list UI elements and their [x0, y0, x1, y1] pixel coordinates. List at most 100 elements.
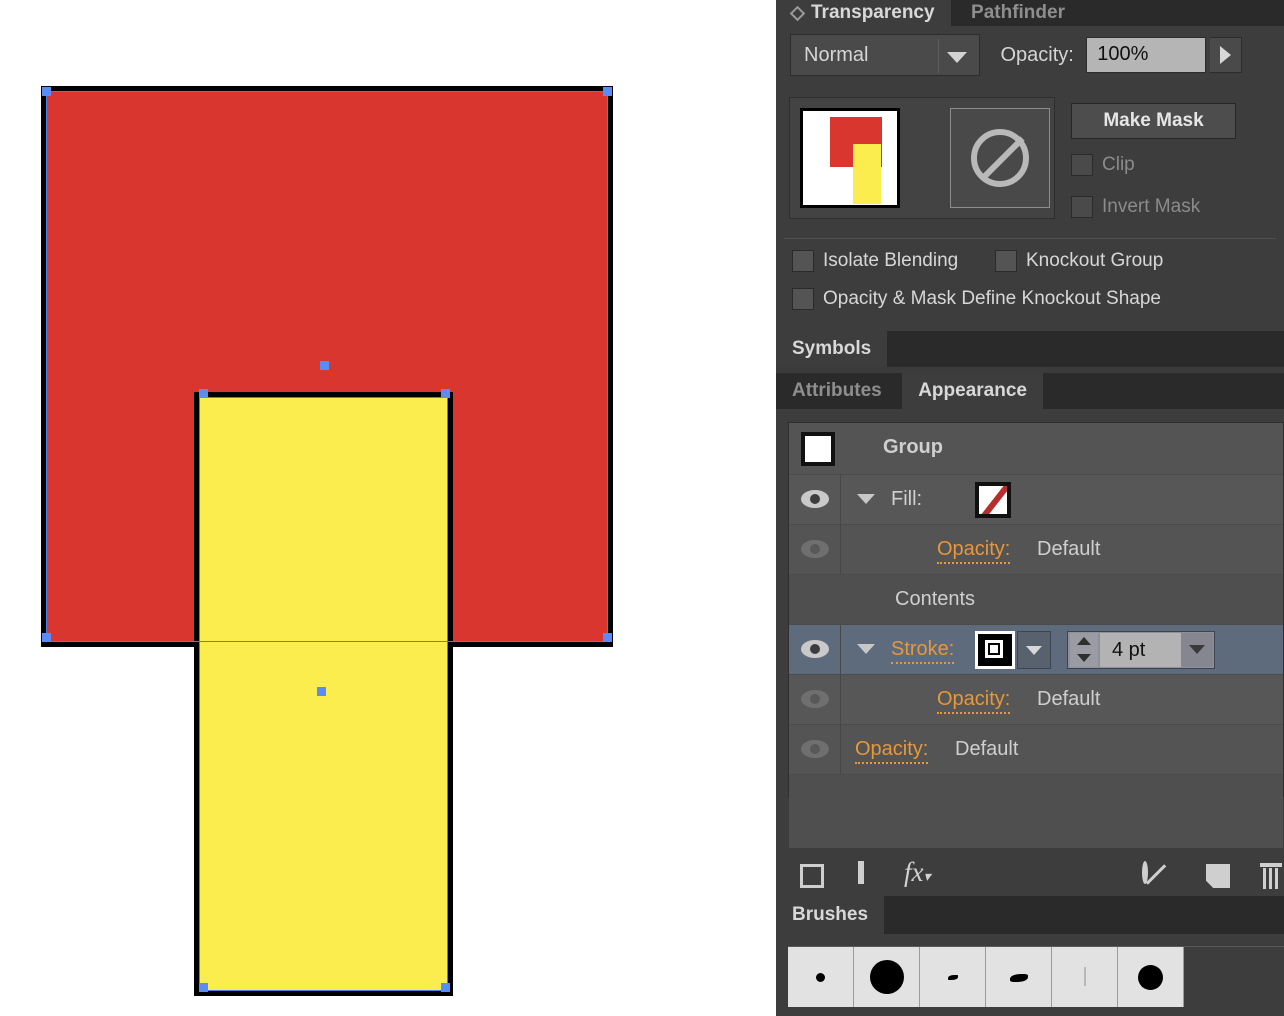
brush-item[interactable] [920, 947, 986, 1007]
appearance-row-contents[interactable]: Contents [789, 575, 1283, 625]
clip-checkbox[interactable] [1071, 154, 1093, 176]
fill-color-swatch[interactable] [975, 482, 1011, 518]
panel-menu-diamond-icon[interactable] [789, 5, 806, 22]
appearance-row-fill[interactable]: Fill: [789, 475, 1283, 525]
artwork-thumbnail[interactable] [800, 108, 900, 208]
stroke-weight-stepper[interactable] [1070, 633, 1098, 667]
knockout-group-checkbox[interactable] [995, 250, 1017, 272]
anchor-handle[interactable] [42, 87, 51, 96]
appearance-row-group-opacity[interactable]: Opacity: Default [789, 725, 1283, 775]
eye-hidden-icon[interactable] [801, 540, 829, 558]
brush-item[interactable] [854, 947, 920, 1007]
center-point[interactable] [320, 361, 329, 370]
anchor-handle[interactable] [199, 983, 208, 992]
group-target-icon[interactable] [801, 432, 835, 466]
illustrator-window: Transparency Pathfinder Normal Opacity: … [0, 0, 1284, 1016]
oval-tapered-brush-icon [1010, 974, 1028, 982]
stroke-color-swatch[interactable] [975, 631, 1015, 669]
stroke-opacity-key[interactable]: Opacity: [937, 688, 1011, 714]
appearance-row-fill-opacity[interactable]: Opacity: Default [789, 525, 1283, 575]
chevron-down-icon[interactable] [947, 52, 967, 63]
tab-brushes-label: Brushes [792, 904, 869, 925]
opacity-input[interactable]: 100% [1086, 37, 1207, 73]
tiny-tapered-brush-icon [948, 975, 958, 980]
center-point[interactable] [317, 687, 326, 696]
clip-checkbox-row[interactable]: Clip [1071, 154, 1135, 176]
isolate-blending-checkbox[interactable] [792, 250, 814, 272]
fill-opacity-key[interactable]: Opacity: [937, 538, 1011, 564]
mask-thumbnails-group [789, 97, 1055, 219]
tab-transparency[interactable]: Transparency [776, 0, 951, 26]
stepper-up-icon [1077, 637, 1091, 645]
eye-hidden-icon[interactable] [801, 690, 829, 708]
add-new-effect-icon[interactable]: fx▾ [904, 859, 931, 891]
opacity-mask-knockout-row[interactable]: Opacity & Mask Define Knockout Shape [792, 288, 1161, 310]
anchor-handle[interactable] [441, 389, 450, 398]
appearance-list-empty-area[interactable] [789, 775, 1283, 848]
eye-visible-icon[interactable] [801, 640, 829, 658]
anchor-handle[interactable] [199, 389, 208, 398]
isolate-blending-row[interactable]: Isolate Blending [792, 250, 958, 272]
anchor-handle[interactable] [603, 633, 612, 642]
triangle-right-icon [1219, 46, 1231, 64]
group-label: Group [883, 436, 943, 458]
blend-mode-select[interactable]: Normal [790, 34, 980, 76]
fill-opacity-value: Default [1037, 538, 1101, 560]
stroke-weight-field[interactable]: 4 pt [1067, 631, 1215, 669]
anchor-handle[interactable] [441, 983, 450, 992]
tab-brushes[interactable]: Brushes [776, 896, 885, 934]
brush-item[interactable] [1052, 947, 1118, 1007]
add-new-stroke-icon[interactable] [800, 864, 824, 888]
appearance-list[interactable]: Group Fill: Opacity: Default Contents St… [788, 422, 1284, 848]
stroke-weight-value[interactable]: 4 pt [1100, 633, 1182, 667]
panel-divider [784, 238, 1276, 239]
tab-attributes-label: Attributes [792, 380, 882, 401]
add-new-fill-icon[interactable] [858, 861, 864, 884]
invert-mask-checkbox-row[interactable]: Invert Mask [1071, 196, 1200, 218]
contents-label: Contents [895, 588, 976, 610]
visibility-column[interactable] [789, 625, 841, 674]
disclosure-triangle-icon[interactable] [857, 644, 875, 654]
eye-visible-icon[interactable] [801, 490, 829, 508]
mask-thumbnail[interactable] [950, 108, 1050, 208]
visibility-column[interactable] [789, 725, 841, 774]
no-mask-icon [971, 129, 1029, 187]
anchor-handle[interactable] [42, 633, 51, 642]
tab-symbols[interactable]: Symbols [776, 331, 888, 367]
blend-mode-value: Normal [804, 44, 869, 66]
invert-mask-checkbox[interactable] [1071, 196, 1093, 218]
brush-item[interactable] [1118, 947, 1184, 1007]
tab-appearance[interactable]: Appearance [902, 373, 1043, 409]
anchor-handle[interactable] [603, 87, 612, 96]
brush-item[interactable] [986, 947, 1052, 1007]
visibility-column[interactable] [789, 475, 841, 524]
knockout-group-row[interactable]: Knockout Group [995, 250, 1163, 272]
stroke-color-dropdown[interactable] [1017, 631, 1051, 669]
make-mask-button[interactable]: Make Mask [1071, 103, 1236, 139]
appearance-tabstrip: Attributes Appearance [776, 373, 1284, 409]
stroke-opacity-value: Default [1037, 688, 1101, 710]
opacity-stepper-button[interactable] [1209, 37, 1242, 73]
stroke-weight-dropdown[interactable] [1181, 633, 1213, 667]
appearance-panel: Group Fill: Opacity: Default Contents St… [776, 409, 1284, 897]
disclosure-triangle-icon[interactable] [857, 494, 875, 504]
clear-appearance-icon[interactable] [1142, 861, 1148, 884]
group-opacity-key[interactable]: Opacity: [855, 738, 929, 764]
opacity-mask-knockout-checkbox[interactable] [792, 288, 814, 310]
transparency-tabstrip: Transparency Pathfinder [776, 0, 1284, 26]
transparency-panel: Normal Opacity: 100% Make Mask Clip Inve… [776, 26, 1284, 331]
appearance-row-stroke-opacity[interactable]: Opacity: Default [789, 675, 1283, 725]
eye-hidden-icon[interactable] [801, 740, 829, 758]
brushes-grid[interactable] [788, 946, 1284, 1007]
tab-pathfinder[interactable]: Pathfinder [955, 0, 1081, 26]
stroke-label[interactable]: Stroke: [891, 638, 955, 664]
visibility-column[interactable] [789, 525, 841, 574]
artboard-canvas[interactable] [0, 0, 776, 1016]
clip-label: Clip [1102, 154, 1135, 175]
fill-label: Fill: [891, 488, 923, 510]
appearance-row-stroke[interactable]: Stroke: 4 pt [789, 625, 1283, 675]
appearance-row-group[interactable]: Group [789, 423, 1283, 475]
visibility-column[interactable] [789, 675, 841, 724]
tab-attributes[interactable]: Attributes [776, 373, 898, 409]
brush-item[interactable] [788, 947, 854, 1007]
